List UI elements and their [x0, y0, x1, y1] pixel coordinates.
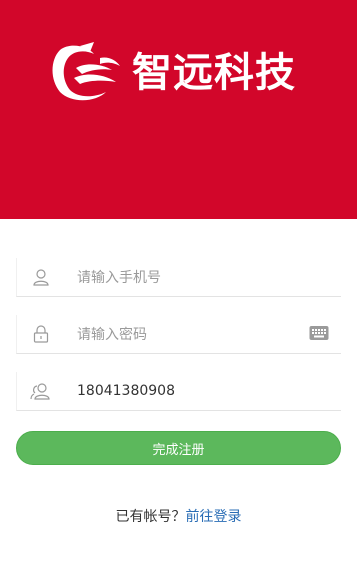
password-input[interactable]: 请输入密码	[77, 324, 147, 344]
go-to-login-link[interactable]: 前往登录	[186, 509, 242, 525]
header-banner: 智远科技	[0, 0, 357, 219]
referrer-input[interactable]: 18041380908	[77, 383, 175, 399]
brand-logo-icon	[52, 42, 120, 101]
keyboard-icon[interactable]	[309, 325, 329, 341]
phone-field[interactable]: 请输入手机号	[16, 258, 341, 297]
lock-icon	[17, 315, 65, 353]
complete-registration-button[interactable]: 完成注册	[16, 431, 341, 465]
brand-name: 智远科技	[132, 50, 296, 96]
users-icon	[17, 372, 65, 410]
user-icon	[17, 258, 65, 296]
register-form: 请输入手机号 请输入密码 18041380908	[16, 258, 341, 429]
password-field[interactable]: 请输入密码	[16, 315, 341, 354]
login-prompt-text: 已有帐号？	[115, 509, 186, 525]
phone-input[interactable]: 请输入手机号	[77, 267, 161, 287]
brand-logo: 智远科技	[50, 40, 296, 106]
login-prompt: 已有帐号？前往登录	[0, 506, 357, 526]
referrer-field[interactable]: 18041380908	[16, 372, 341, 411]
